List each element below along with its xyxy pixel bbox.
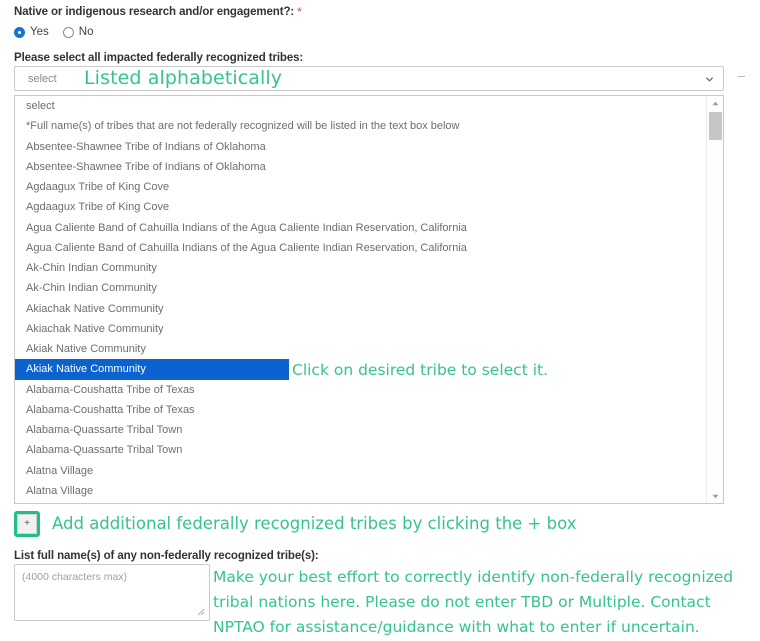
- tribe-option[interactable]: Alabama-Quassarte Tribal Town: [15, 420, 705, 440]
- scrollbar-thumb[interactable]: [709, 112, 722, 140]
- tribe-option[interactable]: Absentee-Shawnee Tribe of Indians of Okl…: [15, 137, 705, 157]
- tribe-option[interactable]: Akiachak Native Community: [15, 299, 705, 319]
- tribe-select-value: select: [28, 72, 57, 85]
- caret-down-icon: [712, 494, 719, 498]
- tribe-option[interactable]: *Full name(s) of tribes that are not fed…: [15, 116, 705, 136]
- tribe-option[interactable]: Agdaagux Tribe of King Cove: [15, 177, 705, 197]
- tribe-option[interactable]: Alabama-Quassarte Tribal Town: [15, 440, 705, 460]
- form-page: Native or indigenous research and/or eng…: [0, 0, 760, 641]
- tribe-option[interactable]: Alabama-Coushatta Tribe of Texas: [15, 380, 705, 400]
- tribe-option[interactable]: Akiak Native Community: [15, 359, 289, 380]
- radio-yes-indicator[interactable]: [14, 26, 25, 38]
- chevron-down-icon: [705, 76, 714, 82]
- tribe-option[interactable]: Agua Caliente Band of Cahuilla Indians o…: [15, 238, 705, 258]
- tribe-option-list[interactable]: select *Full name(s) of tribes that are n…: [14, 95, 724, 504]
- non-federal-tribes-label: List full name(s) of any non-federally r…: [14, 550, 319, 562]
- add-tribe-button[interactable]: +: [17, 514, 37, 534]
- tribe-option[interactable]: select: [15, 96, 705, 116]
- tribe-option[interactable]: Agdaagux Tribe of King Cove: [15, 197, 705, 217]
- annotation-non-federal-line3: NPTAO for assistance/guidance with what …: [213, 618, 700, 636]
- annotation-non-federal: Make your best effort to correctly ident…: [213, 565, 733, 640]
- tribe-option-list-items: select *Full name(s) of tribes that are n…: [15, 96, 705, 501]
- minus-mark: [738, 76, 745, 77]
- scroll-down-button[interactable]: [707, 489, 723, 503]
- tribe-option[interactable]: Alabama-Coushatta Tribe of Texas: [15, 400, 705, 420]
- caret-up-icon: [712, 101, 719, 105]
- tribe-option[interactable]: Alatna Village: [15, 481, 705, 501]
- radio-no-indicator[interactable]: [62, 26, 74, 38]
- list-scrollbar[interactable]: [706, 96, 723, 503]
- non-federal-tribes-textarea[interactable]: [14, 564, 210, 621]
- required-asterisk: *: [297, 6, 302, 18]
- add-tribe-highlight: +: [14, 511, 40, 537]
- tribe-option[interactable]: Akiachak Native Community: [15, 319, 705, 339]
- annotation-non-federal-line2: tribal nations here. Please do not enter…: [213, 593, 711, 611]
- radio-yes-label: Yes: [30, 26, 49, 38]
- annotation-alphabetical: Listed alphabetically: [84, 67, 283, 89]
- radio-no-label: No: [78, 26, 94, 38]
- radio-option-no[interactable]: No: [62, 26, 94, 38]
- scroll-up-button[interactable]: [707, 96, 723, 110]
- tribe-option[interactable]: Agua Caliente Band of Cahuilla Indians o…: [15, 218, 705, 238]
- radio-option-yes[interactable]: Yes: [14, 26, 49, 38]
- question-label-text: Native or indigenous research and/or eng…: [14, 6, 295, 18]
- tribes-select-label: Please select all impacted federally rec…: [14, 52, 304, 64]
- tribe-option[interactable]: Absentee-Shawnee Tribe of Indians of Okl…: [15, 157, 705, 177]
- tribe-option[interactable]: Alatna Village: [15, 461, 705, 481]
- tribe-option[interactable]: Ak-Chin Indian Community: [15, 278, 705, 298]
- tribe-option[interactable]: Akiak Native Community: [15, 339, 705, 359]
- tribe-option[interactable]: Ak-Chin Indian Community: [15, 258, 705, 278]
- annotation-add-more: Add additional federally recognized trib…: [52, 514, 577, 533]
- question-label: Native or indigenous research and/or eng…: [14, 6, 302, 18]
- annotation-click-tribe: Click on desired tribe to select it.: [292, 361, 549, 379]
- annotation-non-federal-line1: Make your best effort to correctly ident…: [213, 568, 734, 586]
- radio-group-native-research: Yes No: [14, 26, 93, 38]
